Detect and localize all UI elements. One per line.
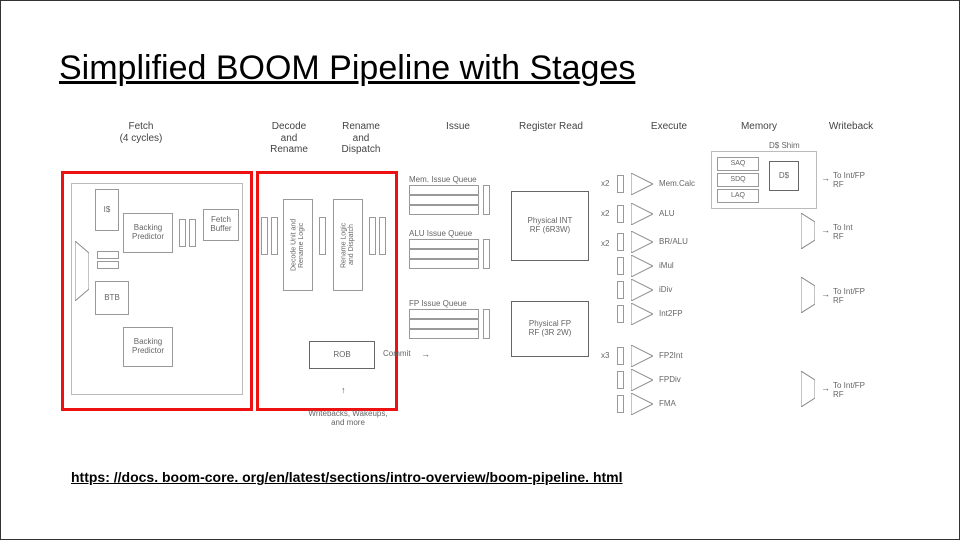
memcalc-fu-icon xyxy=(631,173,653,195)
disp-latch-1 xyxy=(369,217,376,255)
physical-int-rf-block: Physical INTRF (6R3W) xyxy=(511,191,589,261)
source-url-link[interactable]: https: //docs. boom-core. org/en/latest/… xyxy=(71,469,623,485)
fp-issue-row1 xyxy=(409,309,479,319)
btb-block: BTB xyxy=(95,281,129,315)
wb-intfp-2: To Int/FPRF xyxy=(833,287,883,305)
exec-latch-4 xyxy=(617,281,624,299)
ren-latch-1 xyxy=(319,217,326,255)
mem-issue-latch xyxy=(483,185,490,215)
wb-arrow-2-icon: → xyxy=(821,225,830,235)
alu-issue-row2 xyxy=(409,249,479,259)
fetch-q1 xyxy=(97,251,119,259)
commit-label: Commit xyxy=(383,349,411,358)
stage-rename: RenameandDispatch xyxy=(331,121,391,156)
wakeup-label: Writebacks, Wakeups,and more xyxy=(293,409,403,427)
dshim-label: D$ Shim xyxy=(769,141,800,150)
disp-latch-2 xyxy=(379,217,386,255)
dec-latch-1 xyxy=(261,217,268,255)
wb-intfp-1: To Int/FPRF xyxy=(833,171,883,189)
mem-issue-row2 xyxy=(409,195,479,205)
mul-x2-c: x2 xyxy=(601,239,609,248)
decode-rename-block: Decode Unit andRename Logic xyxy=(283,199,313,291)
backing-predictor-block: BackingPredictor xyxy=(123,213,173,253)
fetch-latch-2 xyxy=(189,219,196,247)
fma-fu-icon xyxy=(631,393,653,415)
fpdiv-label: FPDiv xyxy=(659,375,681,384)
fetch-buffer-block: FetchBuffer xyxy=(203,209,239,241)
wakeup-arrow-icon: ↑ xyxy=(341,385,346,395)
wb-mux-2-icon xyxy=(801,277,815,313)
mul-x3: x3 xyxy=(601,351,609,360)
highlight-decode-rename xyxy=(256,171,398,411)
dec-latch-2 xyxy=(271,217,278,255)
imul-fu-icon xyxy=(631,255,653,277)
exec-latch-5 xyxy=(617,305,624,323)
exec-latch-8 xyxy=(617,395,624,413)
stage-issue: Issue xyxy=(433,121,483,133)
fp2int-label: FP2Int xyxy=(659,351,683,360)
slide-title: Simplified BOOM Pipeline with Stages xyxy=(59,49,635,88)
pc-mux-icon xyxy=(75,241,89,301)
stage-writeback: Writeback xyxy=(816,121,886,133)
int2fp-fu-icon xyxy=(631,303,653,325)
fp-issue-row3 xyxy=(409,329,479,339)
alu-issue-row1 xyxy=(409,239,479,249)
mem-issue-label: Mem. Issue Queue xyxy=(409,175,477,184)
wb-mux-1-icon xyxy=(801,213,815,249)
alu-label: ALU xyxy=(659,209,675,218)
idiv-fu-icon xyxy=(631,279,653,301)
alu-fu-icon xyxy=(631,203,653,225)
exec-latch-1 xyxy=(617,205,624,223)
backing-predictor-2-block: BackingPredictor xyxy=(123,327,173,367)
stage-execute: Execute xyxy=(639,121,699,133)
imul-label: iMul xyxy=(659,261,674,270)
physical-fp-rf-block: Physical FPRF (3R 2W) xyxy=(511,301,589,357)
saq-block: SAQ xyxy=(717,157,759,171)
fma-label: FMA xyxy=(659,399,676,408)
mul-x2-a: x2 xyxy=(601,179,609,188)
fetch-q2 xyxy=(97,261,119,269)
stage-fetch: Fetch(4 cycles) xyxy=(101,121,181,144)
alu-issue-latch xyxy=(483,239,490,269)
fp-issue-row2 xyxy=(409,319,479,329)
fp-issue-label: FP Issue Queue xyxy=(409,299,467,308)
pipeline-diagram: Fetch(4 cycles) DecodeandRename Renamean… xyxy=(61,121,901,461)
rob-block: ROB xyxy=(309,341,375,369)
wb-arrow-4-icon: → xyxy=(821,383,830,393)
sdq-block: SDQ xyxy=(717,173,759,187)
dcache-block: D$ xyxy=(769,161,799,191)
laq-block: LAQ xyxy=(717,189,759,203)
exec-latch-2 xyxy=(617,233,624,251)
int2fp-label: Int2FP xyxy=(659,309,683,318)
stage-decode: DecodeandRename xyxy=(259,121,319,156)
bralu-fu-icon xyxy=(631,231,653,253)
stage-regread: Register Read xyxy=(511,121,591,133)
exec-latch-0 xyxy=(617,175,624,193)
exec-latch-7 xyxy=(617,371,624,389)
mem-issue-row1 xyxy=(409,185,479,195)
commit-arrow-icon: → xyxy=(421,349,430,359)
alu-issue-label: ALU Issue Queue xyxy=(409,229,472,238)
idiv-label: iDiv xyxy=(659,285,672,294)
fp2int-fu-icon xyxy=(631,345,653,367)
exec-latch-3 xyxy=(617,257,624,275)
stage-memory: Memory xyxy=(729,121,789,133)
mem-issue-row3 xyxy=(409,205,479,215)
wb-arrow-1-icon: → xyxy=(821,173,830,183)
rename-dispatch-block: Rename Logicand Dispatch xyxy=(333,199,363,291)
mul-x2-b: x2 xyxy=(601,209,609,218)
fetch-latch-1 xyxy=(179,219,186,247)
fpdiv-fu-icon xyxy=(631,369,653,391)
memcalc-label: Mem.Calc xyxy=(659,179,695,188)
bralu-label: BR/ALU xyxy=(659,237,688,246)
wb-int: To IntRF xyxy=(833,223,883,241)
alu-issue-row3 xyxy=(409,259,479,269)
exec-latch-6 xyxy=(617,347,624,365)
icache-block: I$ xyxy=(95,189,119,231)
fp-issue-latch xyxy=(483,309,490,339)
wb-intfp-3: To Int/FPRF xyxy=(833,381,883,399)
wb-mux-3-icon xyxy=(801,371,815,407)
wb-arrow-3-icon: → xyxy=(821,289,830,299)
